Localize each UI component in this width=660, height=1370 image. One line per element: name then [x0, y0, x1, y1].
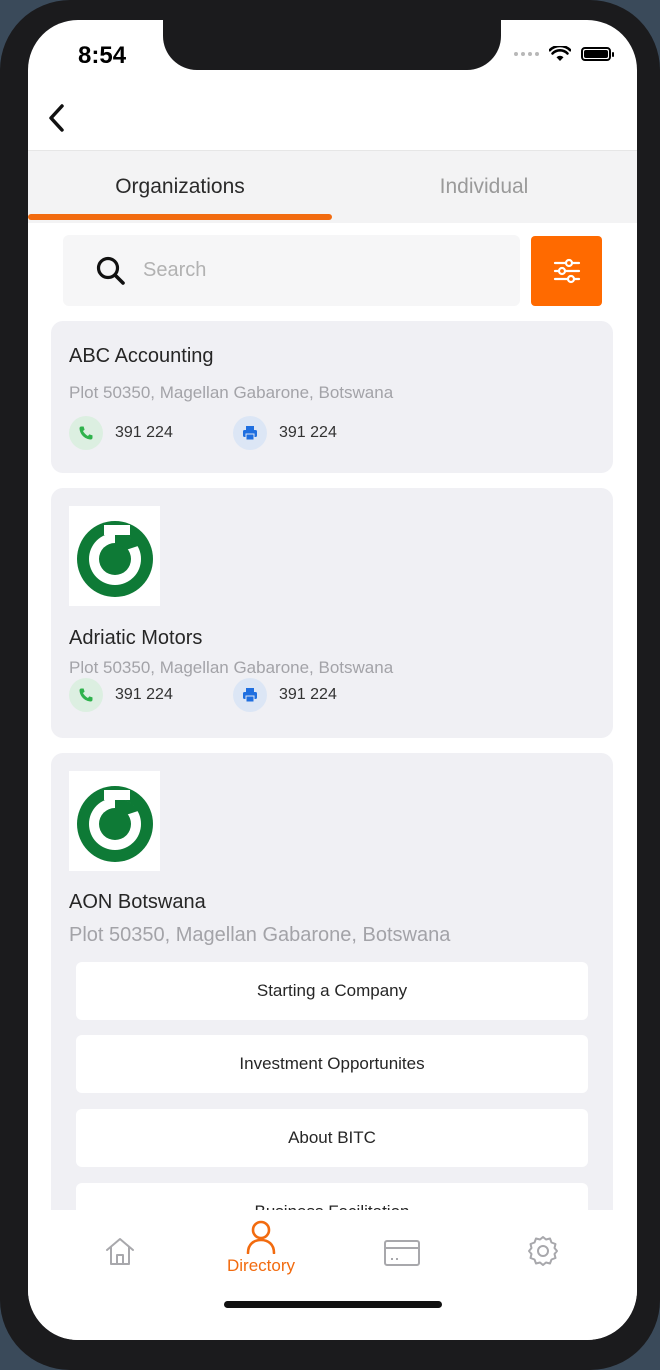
printer-icon — [233, 678, 267, 712]
status-time: 8:54 — [78, 42, 127, 69]
menu-item-investment[interactable]: Investment Opportunites — [76, 1035, 588, 1093]
nav-settings[interactable] — [493, 1234, 593, 1268]
card-icon — [384, 1240, 420, 1266]
battery-icon — [581, 47, 614, 61]
tab-individual[interactable]: Individual — [332, 151, 636, 223]
nav-directory[interactable]: Directory — [211, 1220, 311, 1276]
signal-icon — [514, 52, 539, 56]
phone-contact[interactable]: 391 224 — [69, 416, 173, 450]
status-icons — [514, 46, 614, 62]
filter-button[interactable] — [531, 236, 602, 306]
app-screen: 8:54 Organizations Individual Search ABC… — [28, 20, 637, 1340]
wifi-icon — [549, 46, 571, 61]
home-indicator — [224, 1301, 442, 1308]
org-card[interactable]: Adriatic Motors Plot 50350, Magellan Gab… — [51, 488, 613, 738]
org-logo — [69, 771, 160, 871]
chevron-left-icon — [49, 104, 64, 132]
home-icon — [106, 1238, 134, 1265]
fax-contact[interactable]: 391 224 — [233, 678, 337, 712]
org-logo — [69, 506, 160, 606]
active-tab-indicator — [28, 214, 332, 220]
phone-number: 391 224 — [115, 686, 173, 703]
fax-contact[interactable]: 391 224 — [233, 416, 337, 450]
search-icon — [96, 256, 125, 285]
phone-number: 391 224 — [115, 424, 173, 441]
tab-organizations[interactable]: Organizations — [28, 151, 332, 223]
tab-bar: Organizations Individual — [28, 150, 637, 223]
bottom-nav: Directory — [28, 1210, 637, 1340]
org-card[interactable]: AON Botswana Plot 50350, Magellan Gabaro… — [51, 753, 613, 1241]
nav-directory-label: Directory — [226, 1256, 295, 1275]
nav-card[interactable] — [352, 1238, 452, 1268]
nav-home[interactable] — [70, 1234, 170, 1268]
menu-item-starting-company[interactable]: Starting a Company — [76, 962, 588, 1020]
company-logo-icon — [76, 786, 153, 862]
org-name: ABC Accounting — [69, 345, 214, 367]
org-name: AON Botswana — [69, 891, 206, 913]
fax-number: 391 224 — [279, 686, 337, 703]
search-input[interactable]: Search — [63, 235, 520, 306]
fax-number: 391 224 — [279, 424, 337, 441]
org-card[interactable]: ABC Accounting Plot 50350, Magellan Gaba… — [51, 321, 613, 473]
notch — [163, 20, 501, 70]
phone-contact[interactable]: 391 224 — [69, 678, 173, 712]
back-button[interactable] — [36, 98, 76, 138]
org-address: Plot 50350, Magellan Gabarone, Botswana — [69, 924, 451, 946]
printer-icon — [233, 416, 267, 450]
org-address: Plot 50350, Magellan Gabarone, Botswana — [69, 658, 394, 677]
gear-icon — [528, 1236, 558, 1266]
org-name: Adriatic Motors — [69, 627, 203, 649]
sliders-icon — [553, 258, 580, 284]
phone-icon — [69, 416, 103, 450]
company-logo-icon — [76, 521, 153, 597]
phone-icon — [69, 678, 103, 712]
search-placeholder: Search — [143, 259, 207, 281]
org-address: Plot 50350, Magellan Gabarone, Botswana — [69, 383, 394, 402]
person-icon — [246, 1220, 276, 1254]
menu-item-about[interactable]: About BITC — [76, 1109, 588, 1167]
